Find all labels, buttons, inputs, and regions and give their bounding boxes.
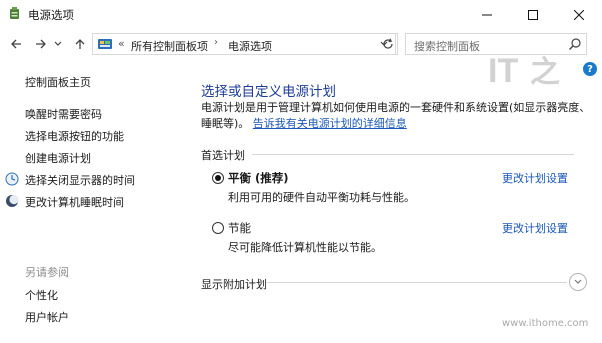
chevron-down-icon: [54, 41, 62, 46]
back-button[interactable]: [7, 35, 25, 53]
minimize-button[interactable]: [464, 0, 510, 29]
plan-radio-power-saver[interactable]: [212, 222, 224, 234]
close-icon: [574, 9, 584, 20]
plan-desc-balanced: 利用可用的硬件自动平衡功耗与性能。: [228, 191, 415, 204]
search-placeholder: 搜索控制面板: [414, 40, 480, 53]
power-options-icon: [10, 7, 19, 19]
svg-text:之: 之: [530, 55, 560, 90]
arrow-left-icon: [11, 39, 21, 49]
change-plan-settings-power-saver[interactable]: 更改计划设置: [502, 220, 568, 236]
plan-radio-balanced[interactable]: [212, 172, 224, 184]
forward-button[interactable]: [32, 35, 50, 53]
sidebar-link-wake-password[interactable]: 唤醒时需要密码: [25, 106, 102, 122]
section-divider: [252, 154, 574, 155]
learn-more-link[interactable]: 告诉我有关电源计划的详细信息: [253, 117, 407, 130]
svg-text:IT: IT: [488, 52, 518, 90]
sleep-moon-icon: [6, 194, 19, 207]
breadcrumb-overflow[interactable]: «: [118, 37, 125, 50]
control-panel-icon: [98, 39, 112, 49]
sidebar-link-sleep-time[interactable]: 更改计算机睡眠时间: [25, 194, 124, 210]
refresh-icon: [382, 38, 393, 49]
show-additional-plans-label[interactable]: 显示附加计划: [201, 276, 267, 292]
expand-additional-plans-button[interactable]: [569, 273, 587, 291]
page-title: 选择或自定义电源计划: [201, 84, 336, 100]
window-title: 电源选项: [28, 8, 74, 22]
sidebar: 控制面板主页 唤醒时需要密码 选择电源按钮的功能 创建电源计划 选择关闭显示器的…: [0, 59, 180, 343]
plan-desc-power-saver: 尽可能降低计算机性能以节能。: [228, 241, 382, 254]
chevron-down-icon: [574, 279, 582, 284]
close-button[interactable]: [556, 0, 602, 29]
see-also-personalization[interactable]: 个性化: [25, 287, 58, 303]
help-icon: ?: [587, 63, 593, 75]
up-button[interactable]: [71, 35, 89, 53]
sidebar-link-display-off[interactable]: 选择关闭显示器的时间: [25, 172, 135, 188]
plan-name-power-saver[interactable]: 节能: [228, 220, 251, 236]
see-also-user-accounts[interactable]: 用户帐户: [25, 309, 69, 325]
breadcrumb-item[interactable]: 电源选项: [228, 38, 272, 54]
sidebar-link-create-plan[interactable]: 创建电源计划: [25, 150, 91, 166]
minimize-icon: [482, 14, 492, 15]
ithome-logo: IT 之: [488, 52, 560, 90]
breadcrumb-separator[interactable]: ›: [214, 37, 218, 48]
title-bar: 电源选项: [0, 0, 602, 29]
breadcrumb-item[interactable]: 所有控制面板项: [131, 38, 208, 54]
help-button[interactable]: ?: [583, 62, 597, 76]
preferred-plans-label: 首选计划: [201, 149, 245, 162]
maximize-button[interactable]: [510, 0, 556, 29]
display-timer-icon: [5, 172, 19, 186]
change-plan-settings-balanced[interactable]: 更改计划设置: [502, 170, 568, 186]
maximize-icon: [528, 9, 538, 20]
see-also-heading: 另请参阅: [25, 266, 69, 279]
watermark-text: www.ithome.com: [502, 318, 589, 329]
sidebar-home-link[interactable]: 控制面板主页: [25, 74, 91, 90]
arrow-right-icon: [36, 39, 46, 49]
arrow-up-icon: [75, 39, 85, 49]
main-content: ? 选择或自定义电源计划 电源计划是用于管理计算机如何使用电源的一套硬件和系统设…: [180, 59, 602, 343]
page-description: 电源计划是用于管理计算机如何使用电源的一套硬件和系统设置(如显示器亮度、睡眠等)…: [201, 100, 593, 132]
sidebar-link-power-buttons[interactable]: 选择电源按钮的功能: [25, 128, 124, 144]
plan-name-balanced[interactable]: 平衡 (推荐): [228, 170, 289, 186]
refresh-button[interactable]: [378, 33, 398, 55]
address-bar[interactable]: « 所有控制面板项 › 电源选项: [92, 33, 396, 55]
recent-locations-button[interactable]: [52, 35, 64, 53]
section-divider: [267, 282, 567, 283]
